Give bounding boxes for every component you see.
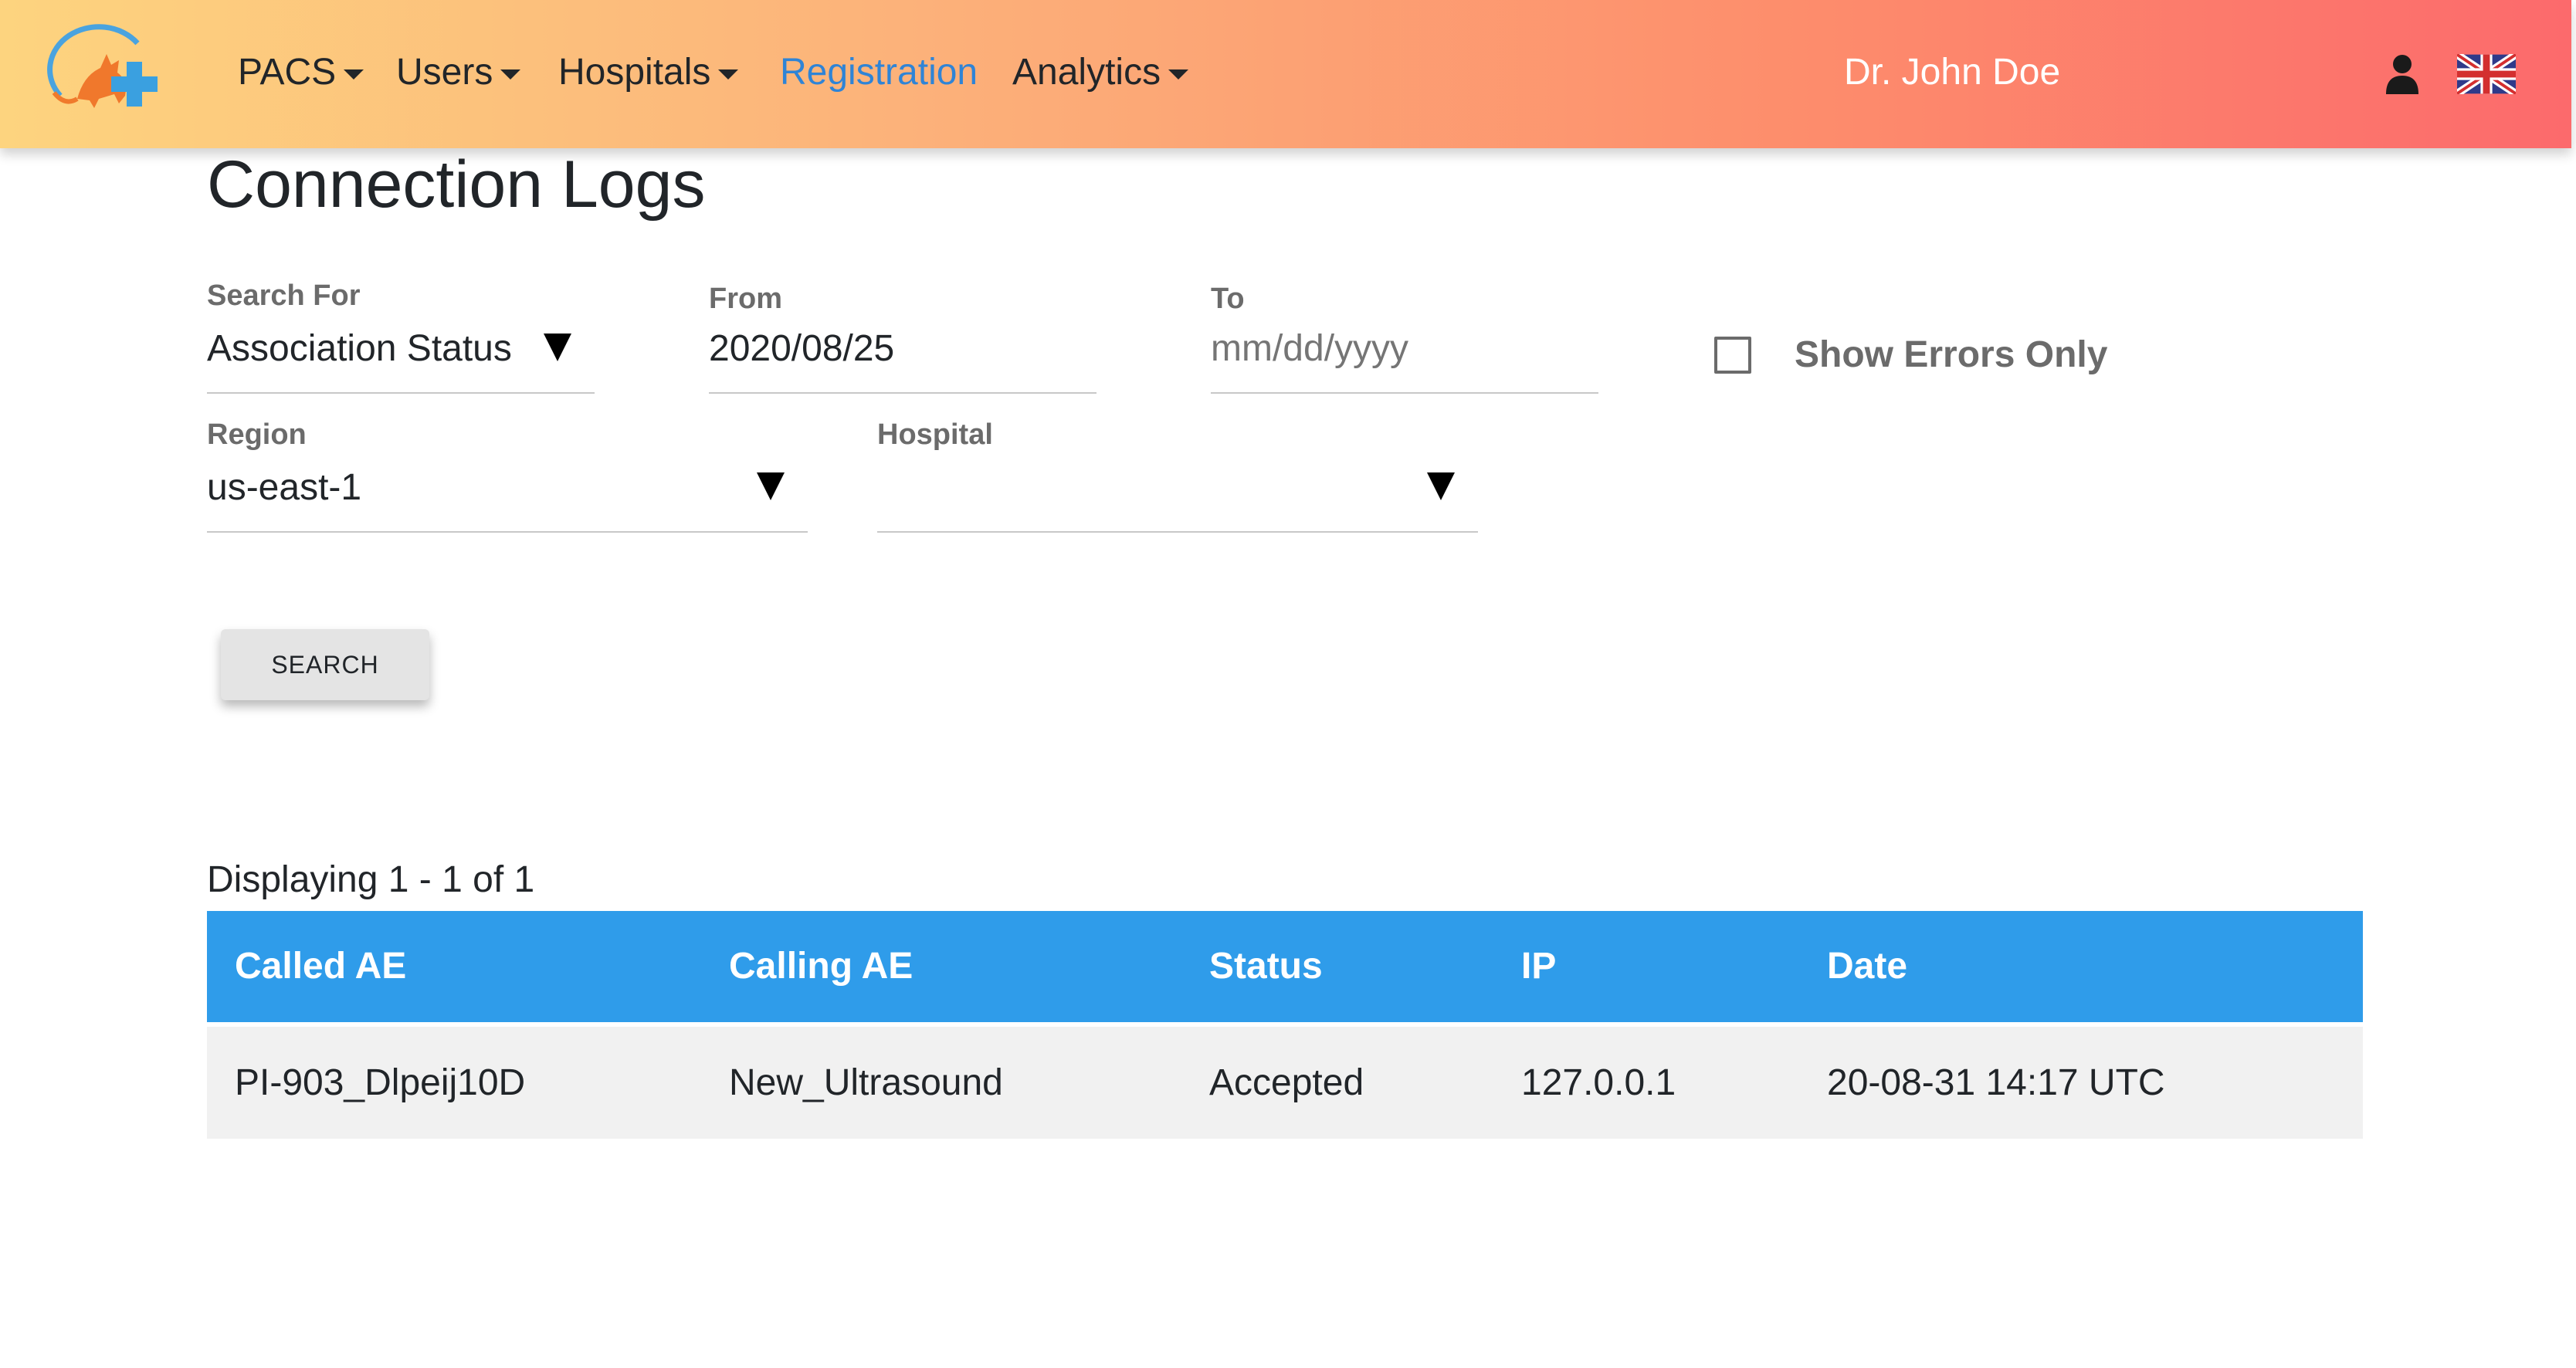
hospital-select[interactable]: Hospital (877, 418, 1478, 534)
user-name: Dr. John Doe (1844, 52, 2061, 93)
nav-hospitals-label: Hospitals (558, 52, 711, 93)
nav-registration-link[interactable]: Registration (780, 48, 978, 97)
region-value: us-east-1 (207, 467, 362, 508)
field-underline (709, 392, 1096, 394)
field-underline (207, 531, 808, 533)
chevron-down-icon (344, 69, 364, 80)
logo-icon[interactable] (46, 22, 170, 127)
nav-pacs-menu[interactable]: PACS (238, 48, 364, 97)
cell-called-ae: PI-903_Dlpeij10D (235, 1062, 526, 1103)
top-navbar: PACS Users Hospitals Registration Analyt… (0, 0, 2571, 148)
cell-calling-ae: New_Ultrasound (729, 1062, 1003, 1103)
chevron-down-icon (500, 69, 521, 80)
column-header-calling-ae[interactable]: Calling AE (729, 911, 913, 1022)
field-underline (207, 392, 595, 394)
hospital-label: Hospital (877, 418, 993, 451)
nav-users-label: Users (396, 52, 493, 93)
chevron-down-icon (718, 69, 739, 80)
show-errors-only-label[interactable]: Show Errors Only (1795, 334, 2107, 376)
uk-flag-icon[interactable] (2457, 54, 2516, 94)
column-header-called-ae[interactable]: Called AE (235, 911, 406, 1022)
field-underline (1211, 392, 1598, 394)
field-underline (877, 531, 1478, 533)
results-count: Displaying 1 - 1 of 1 (207, 859, 535, 900)
search-button[interactable]: SEARCH (221, 629, 429, 700)
chevron-down-icon (1168, 69, 1189, 80)
show-errors-only-checkbox[interactable] (1714, 337, 1751, 374)
from-label: From (709, 283, 782, 315)
to-label: To (1211, 283, 1245, 315)
nav-users-menu[interactable]: Users (396, 48, 521, 97)
table-header: Called AE Calling AE Status IP Date (207, 911, 2363, 1022)
nav-pacs-label: PACS (238, 52, 337, 93)
nav-analytics-menu[interactable]: Analytics (1012, 48, 1189, 97)
dropdown-arrow-icon (1427, 472, 1455, 500)
nav-hospitals-menu[interactable]: Hospitals (558, 48, 739, 97)
table-row[interactable]: PI-903_Dlpeij10D New_Ultrasound Accepted… (207, 1027, 2363, 1139)
cell-date: 20-08-31 14:17 UTC (1827, 1062, 2165, 1103)
to-date-field[interactable]: To mm/dd/yyyy (1211, 283, 1598, 395)
dropdown-arrow-icon (544, 334, 571, 361)
column-header-ip[interactable]: IP (1521, 911, 1556, 1022)
column-header-date[interactable]: Date (1827, 911, 1907, 1022)
cell-status: Accepted (1209, 1062, 1364, 1103)
from-date-value: 2020/08/25 (709, 328, 895, 369)
nav-analytics-label: Analytics (1012, 52, 1161, 93)
from-date-field[interactable]: From 2020/08/25 (709, 283, 1096, 395)
search-for-label: Search For (207, 279, 361, 312)
region-select[interactable]: Region us-east-1 (207, 418, 808, 534)
page-title: Connection Logs (207, 147, 706, 222)
user-icon[interactable] (2384, 54, 2420, 94)
cell-ip: 127.0.0.1 (1521, 1062, 1676, 1103)
search-for-select[interactable]: Search For Association Status (207, 279, 595, 395)
dropdown-arrow-icon (757, 472, 785, 500)
region-label: Region (207, 418, 307, 451)
search-for-value: Association Status (207, 328, 512, 369)
to-date-placeholder: mm/dd/yyyy (1211, 328, 1409, 369)
nav-registration-label: Registration (780, 52, 978, 93)
column-header-status[interactable]: Status (1209, 911, 1323, 1022)
